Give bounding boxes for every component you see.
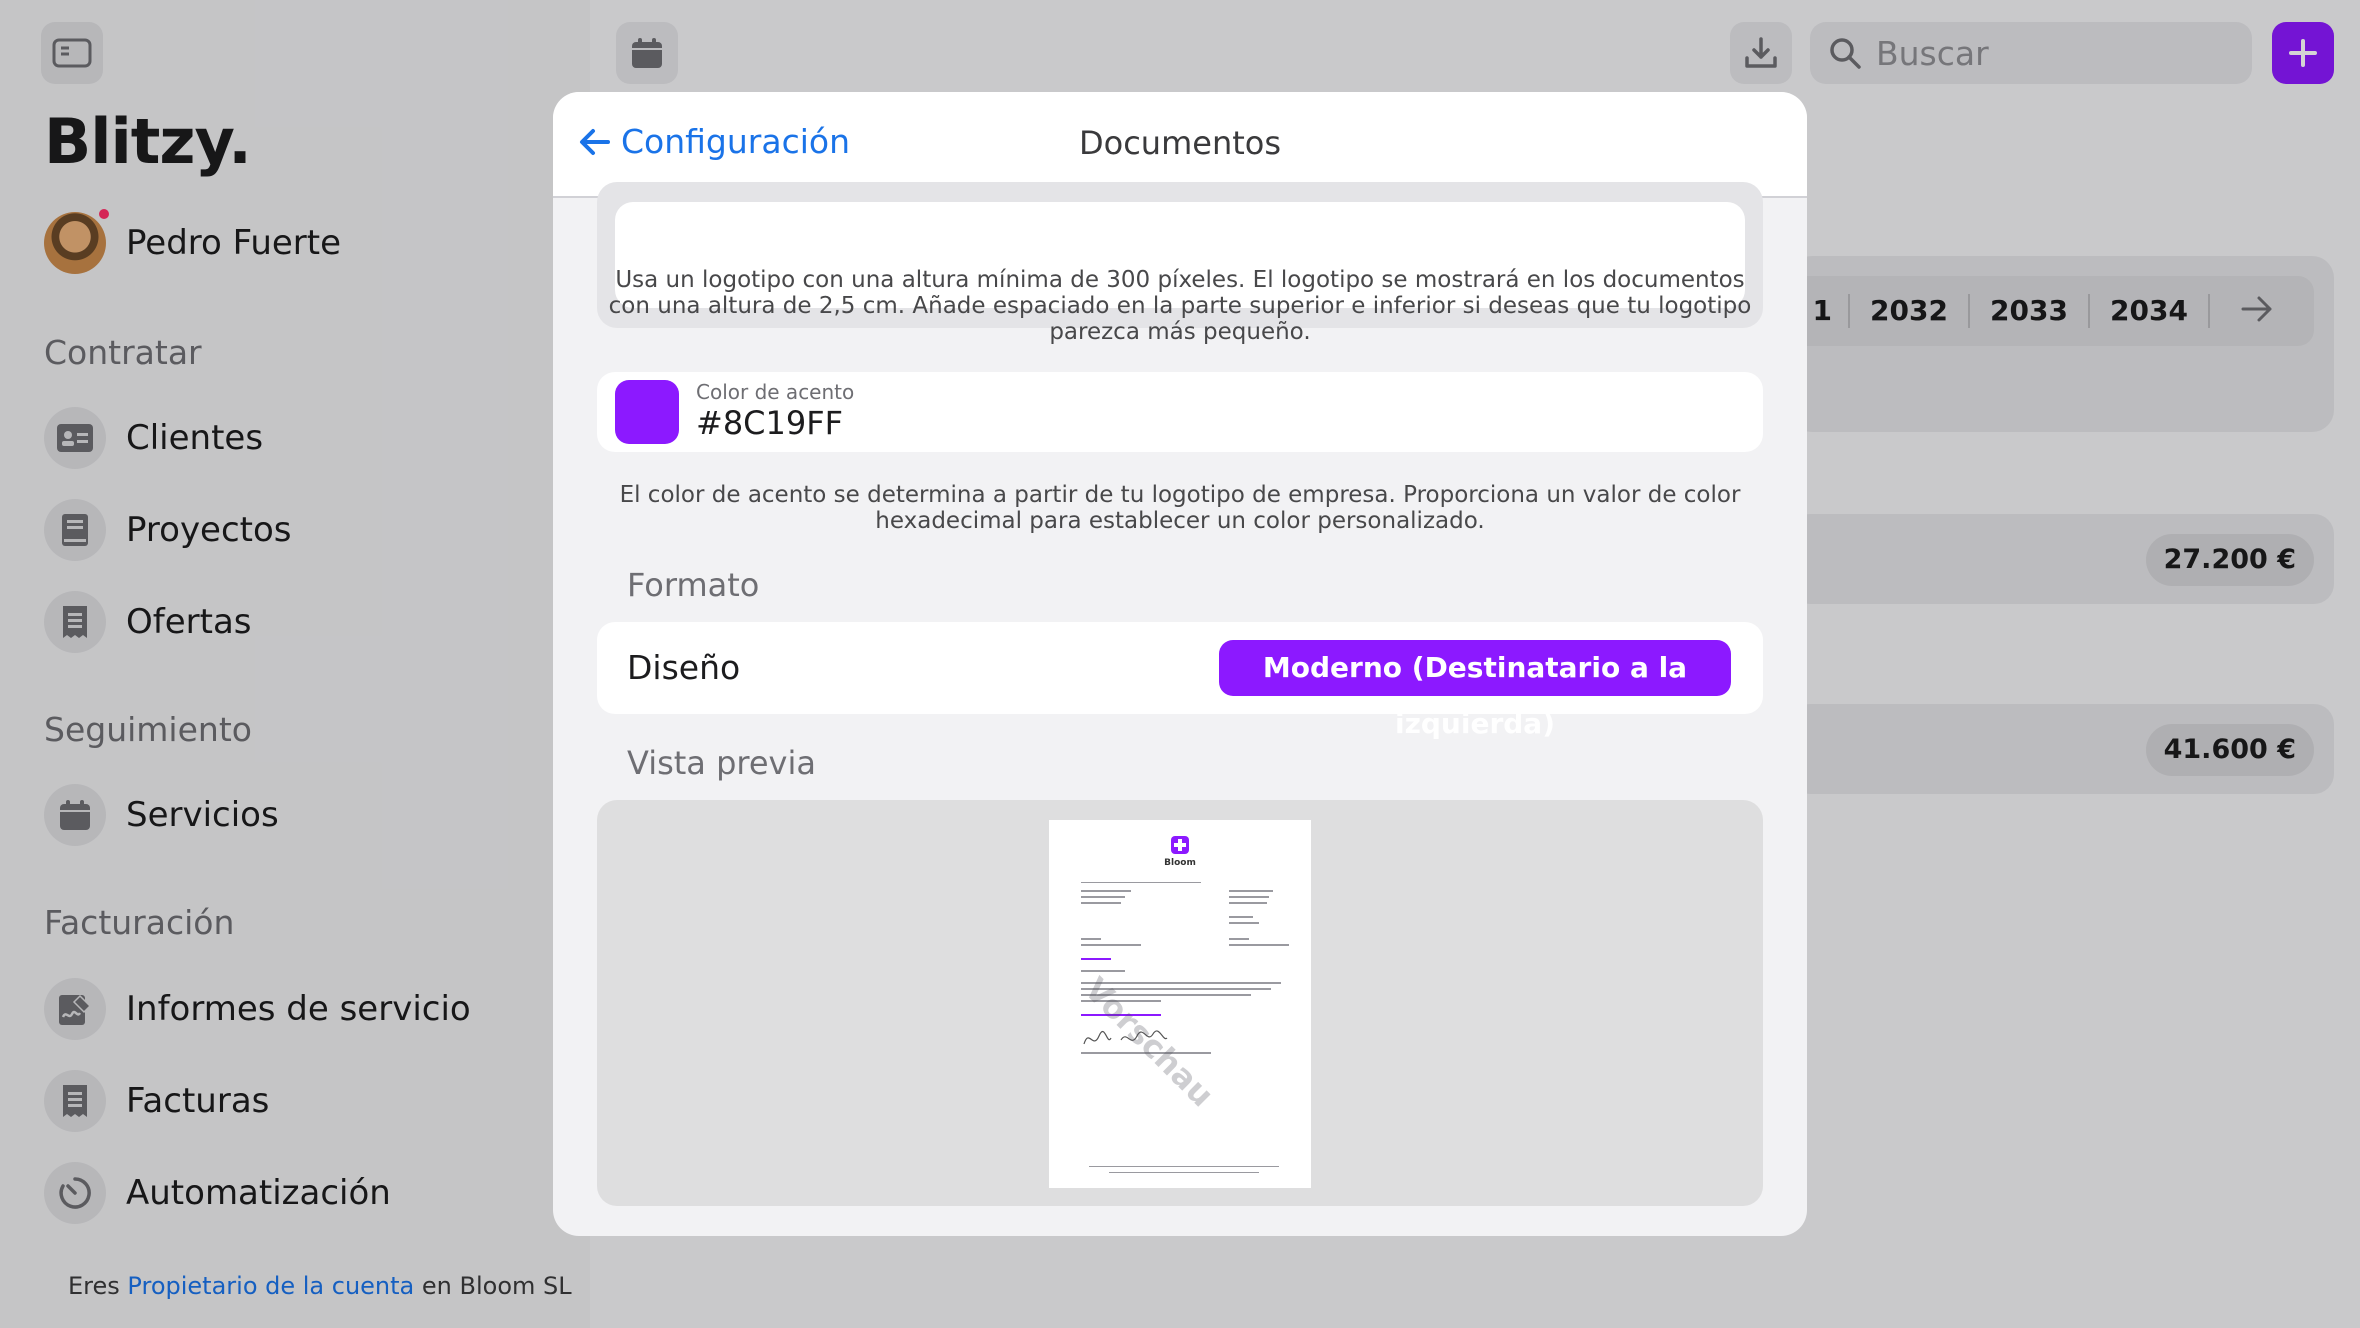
preview-section-title: Vista previa xyxy=(627,744,816,782)
documents-settings-modal: Configuración Documentos Usa un logotipo… xyxy=(553,92,1807,1236)
company-logo-icon xyxy=(1171,836,1189,854)
modal-title: Documentos xyxy=(1078,124,1282,162)
format-section-title: Formato xyxy=(627,566,760,604)
logo-hint: Usa un logotipo con una altura mínima de… xyxy=(608,267,1752,345)
document-preview[interactable]: Bloom Vorschau xyxy=(1049,820,1311,1188)
accent-color-hint: El color de acento se determina a partir… xyxy=(619,482,1741,534)
preview-brand: Bloom xyxy=(1164,858,1196,868)
accent-color-label: Color de acento xyxy=(696,380,855,404)
design-label: Diseño xyxy=(627,648,741,687)
design-select[interactable]: Moderno (Destinatario a la izquierda) xyxy=(1219,640,1731,740)
accent-color-swatch[interactable] xyxy=(615,380,679,444)
accent-color-input[interactable]: #8C19FF xyxy=(696,404,843,442)
